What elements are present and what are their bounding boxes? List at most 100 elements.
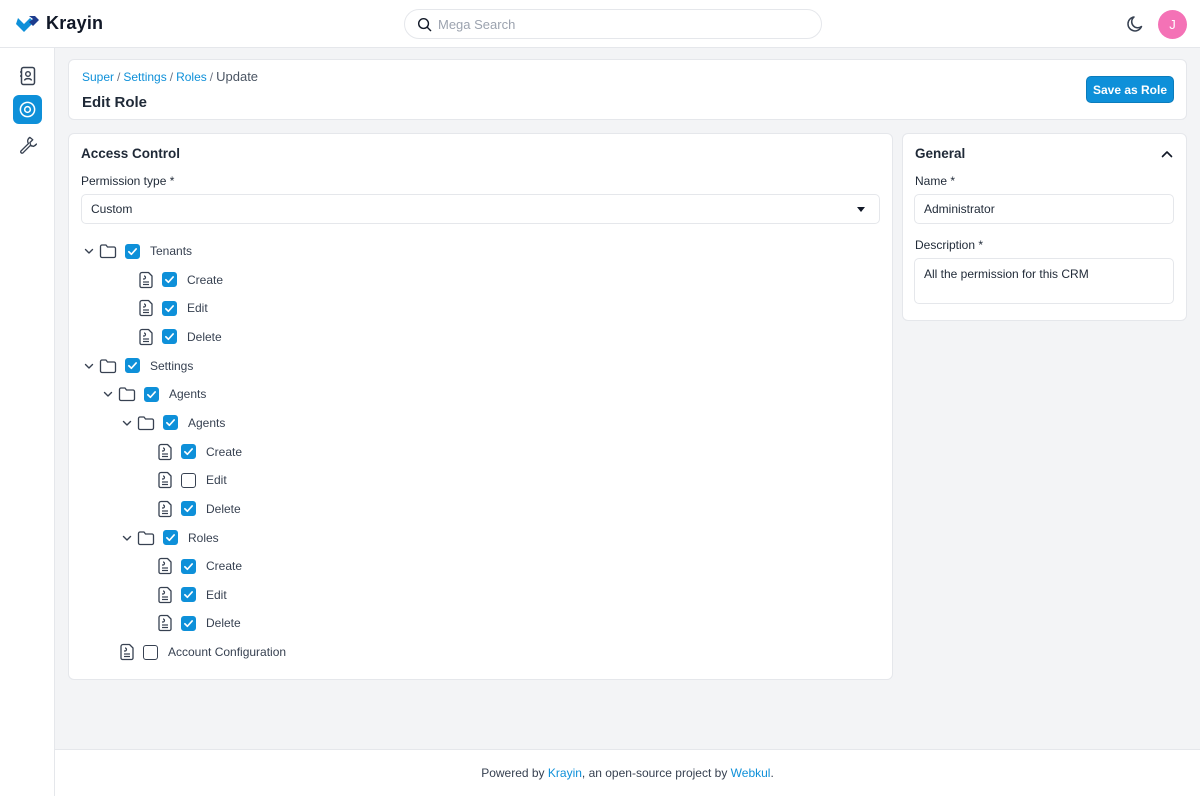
folder-icon [118, 387, 136, 402]
permission-checkbox[interactable] [144, 386, 159, 402]
contacts-icon [19, 66, 35, 85]
check-icon [184, 448, 193, 456]
chevron-down-icon[interactable] [102, 388, 114, 400]
search-input[interactable] [438, 16, 798, 32]
breadcrumb: Super / Settings / Roles / Update [82, 69, 259, 84]
chevron-down-icon[interactable] [83, 245, 95, 257]
footer: Powered by Krayin, an open-source projec… [55, 749, 1200, 796]
permission-checkbox[interactable] [181, 444, 196, 460]
sidebar-item-configuration[interactable] [13, 130, 42, 159]
permission-item-row: Create [157, 556, 242, 576]
permission-label: Agents [169, 387, 207, 402]
breadcrumb-roles[interactable]: Roles [176, 70, 207, 84]
file-icon [158, 586, 172, 603]
app-logo[interactable]: Krayin [16, 13, 103, 34]
check-icon [165, 333, 174, 341]
permission-label: Account Configuration [168, 645, 287, 660]
permission-checkbox[interactable] [162, 300, 177, 316]
dark-mode-toggle[interactable] [1126, 14, 1146, 39]
name-label: Name * [915, 174, 956, 188]
moon-icon [1127, 16, 1143, 32]
description-label: Description * [915, 238, 984, 252]
chevron-up-icon[interactable] [1161, 149, 1173, 159]
description-textarea[interactable]: All the permission for this CRM [914, 258, 1174, 304]
permission-label: Agents [188, 415, 226, 430]
folder-icon [99, 358, 117, 373]
page-header: Super / Settings / Roles / Update Edit Role Sa… [68, 59, 1187, 120]
permission-label: Edit [187, 301, 208, 316]
permission-label: Create [206, 559, 243, 574]
chevron-down-icon[interactable] [121, 532, 133, 544]
check-icon [165, 276, 174, 284]
page-title: Edit Role [82, 94, 148, 111]
check-icon [128, 247, 137, 255]
check-icon [166, 419, 175, 427]
permission-checkbox[interactable] [181, 615, 196, 631]
permission-checkbox[interactable] [163, 530, 178, 545]
folder-icon [99, 244, 117, 259]
file-icon [139, 300, 153, 317]
wrench-icon [20, 136, 37, 154]
permission-item-row: Create [157, 442, 242, 462]
check-icon [147, 390, 156, 398]
app-name: Krayin [46, 13, 104, 33]
permission-checkbox[interactable] [181, 587, 196, 603]
name-input[interactable]: Administrator [914, 194, 1174, 224]
permission-item-row: Edit [157, 470, 227, 490]
chevron-down-icon[interactable] [83, 360, 95, 372]
permission-group-row: Tenants [83, 241, 192, 261]
file-icon [139, 271, 153, 288]
permission-item-row: Delete [138, 327, 222, 347]
permission-checkbox[interactable] [181, 558, 196, 574]
general-title: General [915, 146, 966, 161]
file-icon [120, 643, 134, 661]
footer-webkul-link[interactable]: Webkul [731, 766, 771, 780]
permission-label: Tenants [150, 244, 193, 258]
top-bar: Krayin J [0, 0, 1200, 48]
file-icon [158, 472, 172, 489]
permission-group-row: Roles [121, 528, 219, 548]
permission-checkbox[interactable] [162, 329, 177, 345]
permission-item-row: Delete [157, 613, 241, 633]
permission-item-row: Create [138, 270, 223, 290]
folder-icon [137, 416, 155, 431]
check-icon [165, 304, 174, 312]
sidebar-item-settings[interactable] [13, 95, 42, 124]
general-card: General Name * Administrator Description… [902, 133, 1187, 321]
permission-checkbox[interactable] [162, 272, 177, 288]
permission-checkbox[interactable] [181, 501, 196, 517]
check-icon [128, 362, 137, 370]
permission-checkbox[interactable] [125, 358, 140, 374]
permission-checkbox[interactable] [125, 243, 140, 259]
permission-group-row: Settings [83, 356, 193, 376]
sidebar-item-contacts[interactable] [13, 61, 42, 90]
permission-item-row: Edit [138, 298, 208, 318]
user-avatar[interactable]: J [1158, 10, 1187, 39]
permission-label: Delete [206, 501, 241, 516]
file-icon [158, 557, 172, 575]
footer-suffix: . [770, 766, 774, 780]
permission-group-row: Agents [102, 384, 206, 404]
check-icon [184, 562, 193, 570]
permission-label: Delete [187, 329, 222, 344]
folder-icon [137, 530, 155, 545]
file-icon [158, 615, 172, 632]
breadcrumb-settings[interactable]: Settings [123, 70, 166, 84]
permission-checkbox[interactable] [143, 644, 158, 660]
chevron-down-icon[interactable] [121, 417, 133, 429]
search-icon [417, 17, 432, 31]
file-icon [158, 443, 172, 460]
permission-label: Roles [188, 530, 219, 545]
footer-prefix: Powered by [481, 766, 548, 780]
permission-item-row: Account Configuration [119, 642, 286, 662]
save-role-button[interactable]: Save as Role [1086, 76, 1174, 103]
permission-checkbox[interactable] [181, 472, 196, 488]
search-bar[interactable] [404, 9, 822, 39]
permission-checkbox[interactable] [163, 415, 178, 431]
permission-label: Edit [206, 473, 227, 488]
permission-label: Settings [150, 358, 194, 373]
breadcrumb-super[interactable]: Super [82, 70, 114, 84]
footer-krayin-link[interactable]: Krayin [548, 766, 582, 780]
permission-type-select[interactable]: Custom [81, 194, 880, 224]
file-icon [158, 500, 172, 517]
